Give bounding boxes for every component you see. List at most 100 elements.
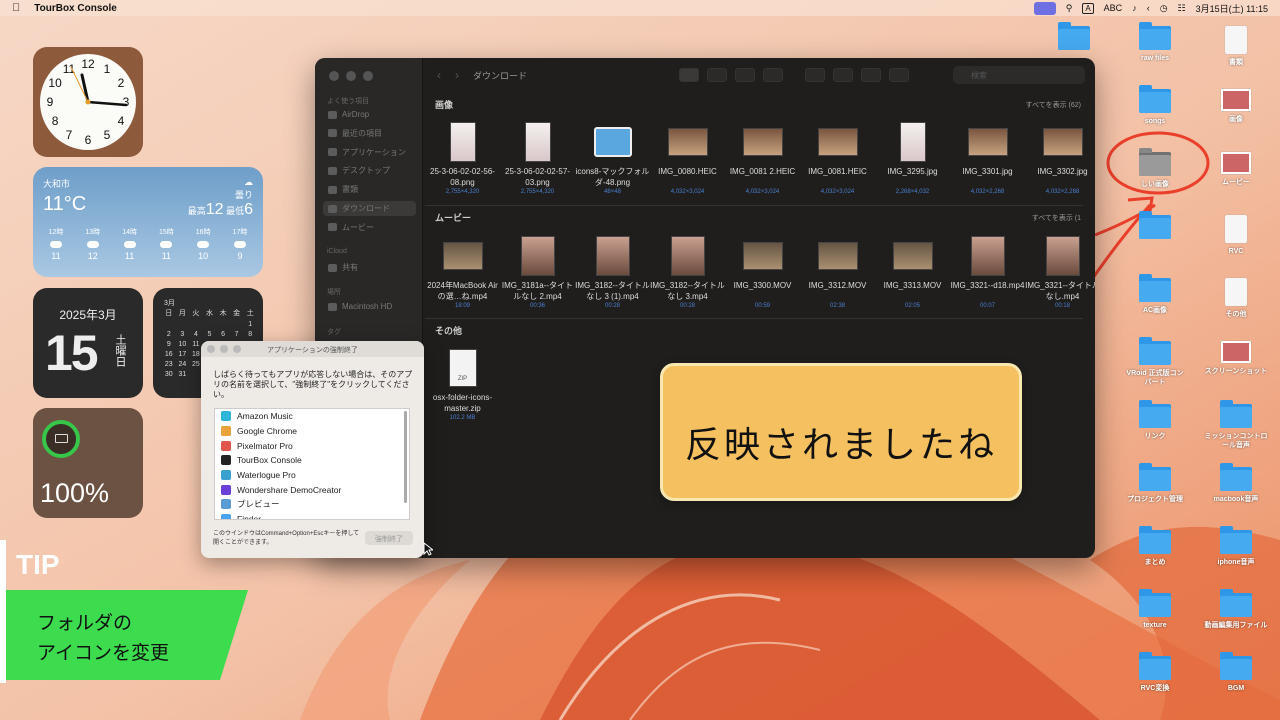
- input-mode-icon[interactable]: A: [1082, 2, 1094, 14]
- sidebar-item-3[interactable]: デスクトップ: [323, 163, 416, 178]
- desktop-icon[interactable]: スクリーンショット: [1204, 341, 1268, 376]
- app-list-item[interactable]: TourBox Console: [215, 453, 409, 468]
- input-source-label[interactable]: ABC: [1104, 3, 1123, 13]
- app-list-item[interactable]: Waterlogue Pro: [215, 468, 409, 483]
- file-item[interactable]: IMG_3313.MOV 02:05: [875, 236, 950, 310]
- zoom-button[interactable]: [363, 71, 373, 81]
- show-all-images-link[interactable]: すべてを表示 (62): [1026, 100, 1081, 110]
- app-list-item[interactable]: プレビュー: [215, 497, 409, 512]
- desktop-icon[interactable]: RVC: [1204, 215, 1268, 256]
- sidebar-item-6[interactable]: ムービー: [323, 220, 416, 235]
- file-item[interactable]: IMG_3295.jpg 2,268×4,032: [875, 122, 950, 196]
- tourbox-status-icon[interactable]: [1033, 1, 1056, 15]
- tag-icon[interactable]: [861, 68, 881, 82]
- sidebar-item-0[interactable]: AirDrop: [323, 107, 416, 122]
- desktop-icon[interactable]: songs: [1123, 85, 1187, 126]
- desktop-icon[interactable]: ムービー: [1204, 152, 1268, 187]
- desktop-icon[interactable]: プロジェクト管理: [1123, 463, 1187, 504]
- clock-widget[interactable]: 12 1 2 3 4 5 6 7 8 9 10 11: [33, 47, 143, 157]
- minimize-button[interactable]: [220, 345, 228, 353]
- share-icon[interactable]: [833, 68, 853, 82]
- search-input[interactable]: 検索: [953, 66, 1085, 84]
- file-item[interactable]: IMG_3182--タイトルなし 3.mp4 00:28: [650, 236, 725, 310]
- app-list[interactable]: Amazon Music Google Chrome Pixelmator Pro T…: [214, 408, 410, 520]
- file-item[interactable]: IMG_3181a--タイトルなし 2.mp4 00:36: [500, 236, 575, 310]
- calendar-weekday: 水: [205, 310, 213, 317]
- back-icon[interactable]: ‹: [437, 68, 441, 82]
- desktop-icon[interactable]: しい画像: [1123, 148, 1187, 189]
- weather-widget[interactable]: 大和市 11°C ☁ 曇り 最高12 最低6 12時 11 13時 12 14時 11 15…: [33, 167, 263, 277]
- control-center-icon[interactable]: ☷: [1178, 3, 1186, 14]
- desktop-icon[interactable]: macbook音声: [1204, 463, 1268, 504]
- desktop-icon[interactable]: RVC変換: [1123, 652, 1187, 693]
- desktop-icon[interactable]: iphone音声: [1204, 526, 1268, 567]
- music-icon[interactable]: ♪: [1132, 3, 1137, 13]
- file-item[interactable]: IMG_0081 2.HEIC 4,032×3,024: [725, 122, 800, 196]
- desktop-icon[interactable]: その他: [1204, 278, 1268, 319]
- file-item[interactable]: IMG_3321--d18.mp4 00:07: [950, 236, 1025, 310]
- file-item[interactable]: IMG_3300.MOV 00:59: [725, 236, 800, 310]
- force-quit-button[interactable]: 強制終了: [365, 531, 413, 545]
- desktop-icon[interactable]: まとめ: [1123, 526, 1187, 567]
- desktop-icon[interactable]: VRoid 正式版コンバート: [1123, 337, 1187, 387]
- desktop-icon[interactable]: [1042, 22, 1106, 54]
- desktop-icon[interactable]: 動画編集用ファイル: [1204, 589, 1268, 630]
- gallery-view-button[interactable]: [763, 68, 783, 82]
- more-actions-icon[interactable]: [889, 68, 909, 82]
- icon-view-button[interactable]: [679, 68, 699, 82]
- group-button[interactable]: [805, 68, 825, 82]
- minimize-button[interactable]: [346, 71, 356, 81]
- app-list-item[interactable]: Google Chrome: [215, 424, 409, 439]
- close-button[interactable]: [207, 345, 215, 353]
- zoom-button[interactable]: [233, 345, 241, 353]
- desktop-icon[interactable]: 書類: [1204, 26, 1268, 67]
- file-item[interactable]: IMG_0081.HEIC 4,032×3,024: [800, 122, 875, 196]
- file-item[interactable]: icons8-マックフォルダ-48.png 48×48: [575, 122, 650, 196]
- clock-history-icon[interactable]: ◷: [1160, 3, 1168, 14]
- desktop-icon[interactable]: BGM: [1204, 652, 1268, 693]
- sidebar-item-1[interactable]: 最近の項目: [323, 126, 416, 141]
- app-list-item[interactable]: Wondershare DemoCreator: [215, 482, 409, 497]
- desktop-icon[interactable]: raw files: [1123, 22, 1187, 63]
- desktop-icon[interactable]: texture: [1123, 589, 1187, 630]
- app-list-item[interactable]: Amazon Music: [215, 409, 409, 424]
- chevron-left-icon[interactable]: ‹: [1147, 3, 1150, 13]
- date-widget[interactable]: 2025年3月 15 土曜日: [33, 288, 143, 398]
- battery-widget[interactable]: 100%: [33, 408, 143, 518]
- app-list-item[interactable]: Pixelmator Pro: [215, 438, 409, 453]
- sidebar-item-4[interactable]: 書類: [323, 182, 416, 197]
- desktop-icon[interactable]: 画像: [1204, 89, 1268, 124]
- file-item[interactable]: IMG_3312.MOV 02:38: [800, 236, 875, 310]
- close-button[interactable]: [329, 71, 339, 81]
- sidebar-item-macintosh-hd[interactable]: Macintosh HD: [323, 299, 416, 314]
- force-quit-dialog[interactable]: アプリケーションの強制終了 しばらく待ってもアプリが応答しない場合は、そのアプリ…: [201, 341, 424, 558]
- apple-menu-icon[interactable]: : [12, 2, 20, 14]
- sidebar-item-5[interactable]: ダウンロード: [323, 201, 416, 216]
- file-item[interactable]: IMG_0080.HEIC 4,032×3,024: [650, 122, 725, 196]
- sidebar-item-shared[interactable]: 共有: [323, 260, 416, 275]
- show-all-movies-link[interactable]: すべてを表示 (1: [1032, 213, 1081, 223]
- spotlight-search-icon[interactable]: ⚲: [1066, 3, 1073, 14]
- app-list-item[interactable]: Finder: [215, 512, 409, 519]
- scrollbar[interactable]: [404, 411, 407, 503]
- menu-app-name[interactable]: TourBox Console: [34, 3, 117, 14]
- file-item[interactable]: IMG_3182--タイトルなし 3 (1).mp4 00:28: [575, 236, 650, 310]
- file-item[interactable]: IMG_3302.jpg 4,032×2,268: [1025, 122, 1095, 196]
- forward-icon[interactable]: ›: [455, 68, 459, 82]
- file-item[interactable]: IMG_3301.jpg 4,032×2,268: [950, 122, 1025, 196]
- menu-datetime[interactable]: 3月15日(土) 11:15: [1196, 2, 1268, 15]
- desktop-icon[interactable]: AC画像: [1123, 274, 1187, 315]
- column-view-button[interactable]: [735, 68, 755, 82]
- file-item[interactable]: ZIP osx-folder-icons-master.zip 102.2 MB: [425, 348, 500, 422]
- file-item[interactable]: 25-3-06-02-02-56-08.png 2,755×4,320: [425, 122, 500, 196]
- desktop-icon[interactable]: ミッションコントロール音声: [1204, 400, 1268, 450]
- desktop-icon[interactable]: [1123, 211, 1187, 243]
- list-view-button[interactable]: [707, 68, 727, 82]
- file-item[interactable]: 25-3-06-02-02-57-03.png 2,755×4,320: [500, 122, 575, 196]
- desktop-icon[interactable]: リンク: [1123, 400, 1187, 441]
- sidebar-item-2[interactable]: アプリケーション: [323, 145, 416, 160]
- file-item[interactable]: IMG_3321--タイトルなし.mp4 00:18: [1025, 236, 1095, 310]
- sidebar-item-label: ダウンロード: [342, 204, 390, 213]
- file-item[interactable]: 2024年MacBook Airの選…ね.mp4 18:09: [425, 236, 500, 310]
- date-weekday: 土曜日: [114, 334, 126, 367]
